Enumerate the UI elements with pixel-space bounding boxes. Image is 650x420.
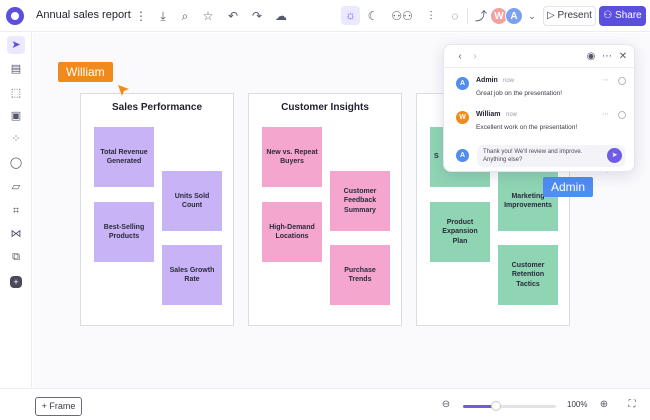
- embed-icon[interactable]: ⧉: [7, 248, 25, 266]
- zoom-slider-thumb[interactable]: [490, 401, 501, 411]
- download-icon[interactable]: ⤓: [154, 7, 172, 25]
- resolve-check-icon[interactable]: ◉: [584, 51, 598, 62]
- sticky-note[interactable]: Best-Selling Products: [94, 202, 154, 262]
- chevron-left-icon[interactable]: ‹: [453, 51, 467, 62]
- star-icon[interactable]: ☆: [199, 7, 217, 25]
- sticky-note[interactable]: Customer Retention Tactics: [498, 245, 558, 305]
- chart-icon[interactable]: ⫶: [422, 7, 440, 25]
- cloud-sync-icon[interactable]: ☁: [272, 7, 290, 25]
- frame-title: Customer Insights: [281, 102, 369, 113]
- frame-customer-insights[interactable]: Customer Insights New vs. Repeat Buyers …: [248, 93, 402, 326]
- shape-icon[interactable]: ▣: [7, 107, 25, 125]
- dark-mode-icon[interactable]: ☾: [364, 7, 382, 25]
- reply-text: Thank you! We'll review and improve. Any…: [483, 149, 583, 164]
- frame-sales-performance[interactable]: Sales Performance Total Revenue Generate…: [80, 93, 234, 326]
- add-icon[interactable]: +: [10, 276, 22, 288]
- connector-icon[interactable]: ⤴: [472, 7, 490, 25]
- share-nodes-icon[interactable]: ⋈: [7, 225, 25, 243]
- reply-avatar: A: [456, 149, 469, 162]
- zoom-in-icon[interactable]: ⊕: [597, 399, 611, 410]
- comments-panel: ‹ › ◉ ⋯ ✕ A Admin now Great job on the p…: [443, 44, 635, 172]
- select-cursor-icon[interactable]: ➤: [7, 36, 25, 54]
- close-icon[interactable]: ✕: [616, 51, 630, 62]
- comment-avatar: W: [456, 111, 469, 124]
- sticky-note[interactable]: Product Expansion Plan: [430, 202, 490, 262]
- comment-time: now: [503, 78, 515, 84]
- sticky-note[interactable]: Units Sold Count: [162, 171, 222, 231]
- comment-resolve-icon[interactable]: [618, 111, 626, 119]
- share-button[interactable]: ⚇ Share: [599, 6, 646, 26]
- undo-icon[interactable]: ↶: [224, 7, 242, 25]
- frame-title: Sales Performance: [111, 102, 203, 113]
- zoom-out-icon[interactable]: ⊖: [439, 399, 453, 410]
- cursor-label-william: William: [58, 62, 113, 82]
- share-label: Share: [615, 10, 642, 21]
- frame-button-label: Frame: [49, 401, 76, 411]
- comment-text: Great job on the presentation!: [476, 90, 563, 97]
- components-icon[interactable]: ⁘: [7, 130, 25, 148]
- sticky-note[interactable]: New vs. Repeat Buyers: [262, 127, 322, 187]
- comment-avatar: A: [456, 77, 469, 90]
- toolbar-divider: [467, 8, 468, 24]
- left-toolbar: ➤ ▤ ⬚ ▣ ⁘ ◯ ▱ ⌗ ⋈ ⧉ +: [0, 32, 32, 388]
- app-logo-icon[interactable]: [6, 7, 24, 25]
- user-add-icon: ⚇: [603, 10, 613, 21]
- present-button[interactable]: ▷ Present: [543, 6, 596, 26]
- sticky-note[interactable]: Sales Growth Rate: [162, 245, 222, 305]
- comment-time: now: [506, 112, 518, 118]
- light-mode-icon[interactable]: ☼: [341, 6, 360, 25]
- frame-tool-icon[interactable]: ⬚: [7, 84, 25, 102]
- comment-more-icon[interactable]: ⋯: [602, 76, 609, 84]
- fit-screen-icon[interactable]: ⛶: [625, 399, 639, 410]
- zoom-percentage: 100%: [567, 400, 588, 409]
- sticky-note[interactable]: High-Demand Locations: [262, 202, 322, 262]
- chat-icon[interactable]: ◯: [7, 154, 25, 172]
- cursor-arrow-icon: [118, 85, 129, 96]
- comment-text: Excellent work on the presentation!: [476, 124, 578, 131]
- sticky-note[interactable]: Customer Feedback Summary: [330, 171, 390, 231]
- send-icon[interactable]: ➤: [607, 148, 622, 163]
- comment-more-icon[interactable]: ⋯: [602, 110, 609, 118]
- crop-icon[interactable]: ⌗: [7, 202, 25, 220]
- reply-input[interactable]: Thank you! We'll review and improve. Any…: [477, 145, 625, 167]
- comment-author: William: [476, 111, 501, 118]
- chevron-right-icon[interactable]: ›: [468, 51, 482, 62]
- chevron-down-icon[interactable]: ⌄: [523, 7, 541, 25]
- top-bar: Annual sales report ⋮ ⤓ ⌕ ☆ ↶ ↷ ☁ ☼ ☾ ⚇⚇…: [0, 0, 650, 32]
- play-icon: ▷: [547, 10, 555, 21]
- redo-icon[interactable]: ↷: [248, 7, 266, 25]
- avatar-admin[interactable]: A: [505, 7, 523, 25]
- comment-author: Admin: [476, 77, 498, 84]
- plus-icon: +: [41, 401, 47, 411]
- present-label: Present: [557, 10, 592, 21]
- panel-divider: [444, 67, 634, 68]
- comment-icon[interactable]: ◌: [446, 7, 464, 25]
- sticky-note-icon[interactable]: ▱: [7, 178, 25, 196]
- comment-resolve-icon[interactable]: [618, 77, 626, 85]
- bottom-bar: + Frame ⊖ 100% ⊕ ⛶: [0, 388, 650, 420]
- more-horizontal-icon[interactable]: ⋯: [600, 51, 614, 62]
- template-icon[interactable]: ▤: [7, 60, 25, 78]
- sticky-note[interactable]: Purchase Trends: [330, 245, 390, 305]
- cursor-label-admin: Admin: [543, 177, 594, 197]
- search-icon[interactable]: ⌕: [176, 7, 194, 25]
- collaborators-icon[interactable]: ⚇⚇: [390, 7, 414, 25]
- document-title[interactable]: Annual sales report: [36, 9, 131, 21]
- zoom-slider[interactable]: [463, 405, 556, 408]
- add-frame-button[interactable]: + Frame: [35, 397, 82, 416]
- sticky-note[interactable]: Total Revenue Generated: [94, 127, 154, 187]
- more-vertical-icon[interactable]: ⋮: [132, 7, 150, 25]
